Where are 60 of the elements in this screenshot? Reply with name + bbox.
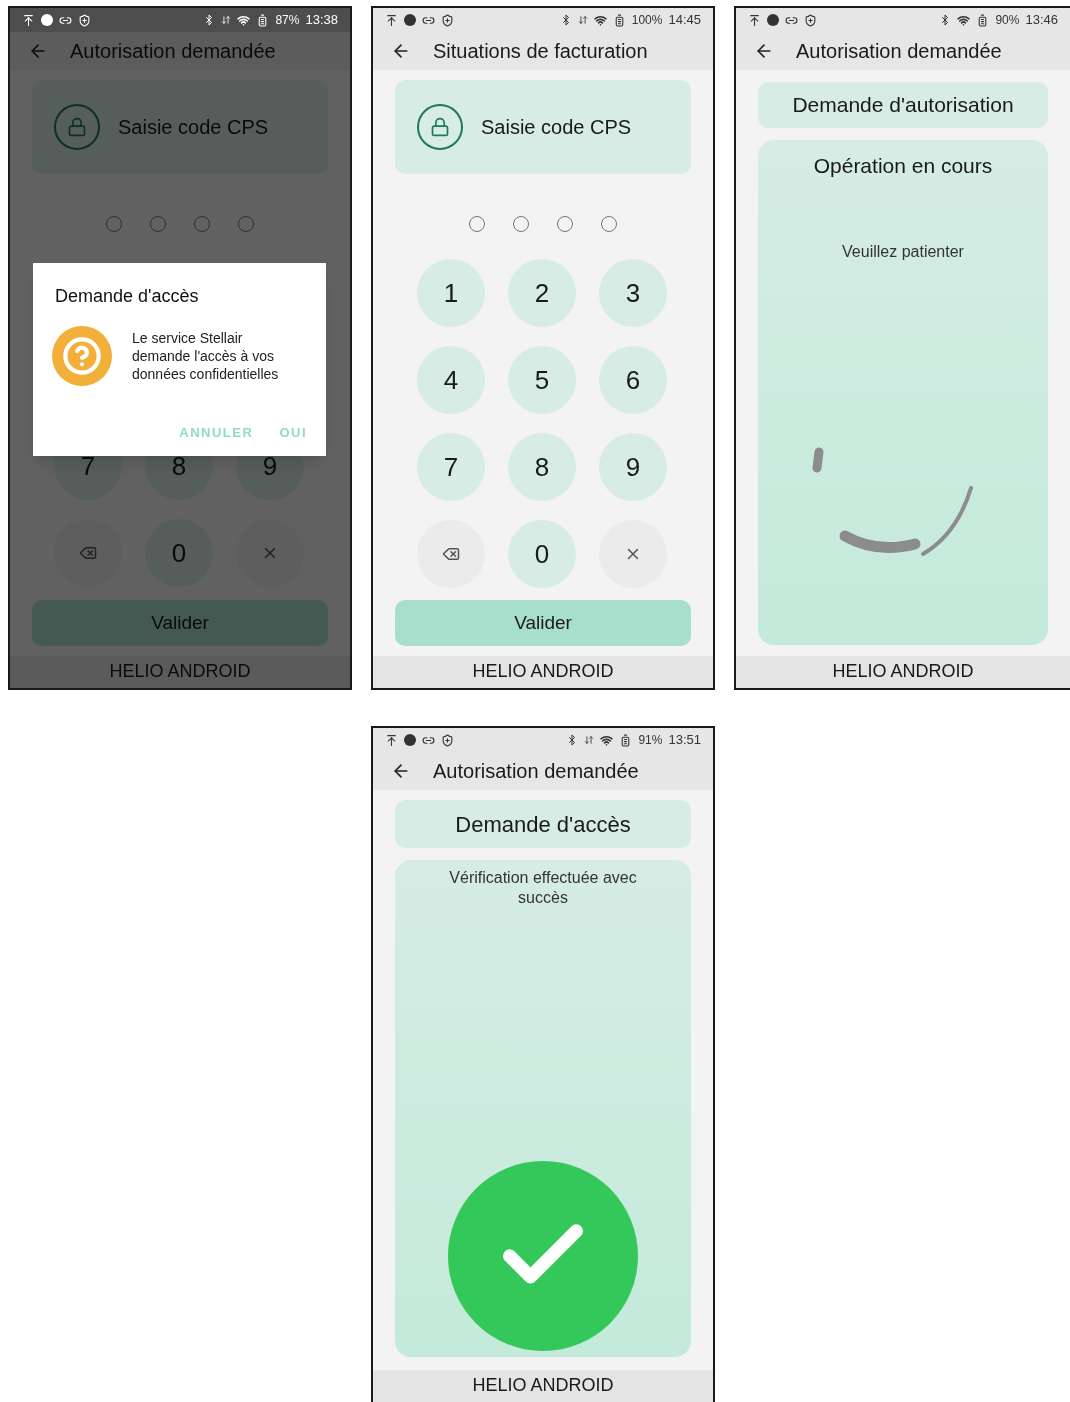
header-title: Demande d'autorisation [792,92,1014,119]
battery-percent: 91% [638,732,663,749]
screen-title: Situations de facturation [433,39,648,64]
upload-icon [748,13,761,27]
clock-time: 13:46 [1025,11,1058,30]
clock-time: 13:51 [668,731,701,750]
wifi-icon [593,13,607,27]
lock-icon [54,104,100,150]
app-icon [767,14,779,26]
wifi-icon [237,13,251,27]
app-icon [404,734,416,746]
question-icon [52,326,112,386]
footer-label: HELIO ANDROID [832,660,974,682]
status-title: Opération en cours [813,153,993,179]
shield-icon [441,13,454,27]
battery-percent: 90% [995,12,1020,29]
app-icon [404,14,416,26]
header-title: Demande d'accès [455,810,631,839]
digit-key[interactable]: 6 [599,346,667,414]
digit-key[interactable]: 1 [417,259,485,327]
pin-title: Saisie code CPS [481,115,632,140]
data-arrows-icon [577,15,588,25]
data-arrows-icon [584,735,595,745]
footer-label: HELIO ANDROID [109,660,251,682]
clock-time: 13:38 [305,11,338,30]
wifi-icon [600,733,614,747]
footer-label: HELIO ANDROID [472,1374,614,1396]
app-icon [41,14,53,26]
backspace-icon [79,544,97,562]
battery-percent: 87% [275,12,300,29]
upload-icon [385,733,398,747]
upload-icon [385,13,398,27]
screen-title: Autorisation demandée [796,39,1002,64]
digit-key[interactable]: 0 [508,520,576,588]
data-arrows-icon [221,15,232,25]
clock-time: 14:45 [668,11,701,30]
shield-icon [441,733,454,747]
wifi-icon [957,13,971,27]
footer-label: HELIO ANDROID [472,660,614,682]
status-message: Vérification effectuée avec succès [448,868,638,908]
screen-title: Autorisation demandée [433,759,639,784]
screen-title: Autorisation demandée [70,39,276,64]
battery-percent: 100% [631,12,663,29]
digit-key[interactable]: 3 [599,259,667,327]
shield-icon [78,13,91,27]
dialog-message: Le service Stellair demande l'accès à vos données confidentielles [132,329,280,383]
lock-icon [417,104,463,150]
validate-button[interactable]: Valider [395,600,691,646]
digit-key[interactable]: 4 [417,346,485,414]
dialog-title: Demande d'accès [55,285,200,308]
digit-key[interactable]: 7 [417,433,485,501]
digit-key[interactable]: 2 [508,259,576,327]
digit-key[interactable]: 8 [508,433,576,501]
upload-icon [22,13,35,27]
digit-key[interactable]: 5 [508,346,576,414]
status-message: Veuillez patienter [842,241,964,262]
pin-title: Saisie code CPS [118,115,269,140]
backspace-icon [442,545,460,563]
digit-key[interactable]: 9 [599,433,667,501]
shield-icon [804,13,817,27]
